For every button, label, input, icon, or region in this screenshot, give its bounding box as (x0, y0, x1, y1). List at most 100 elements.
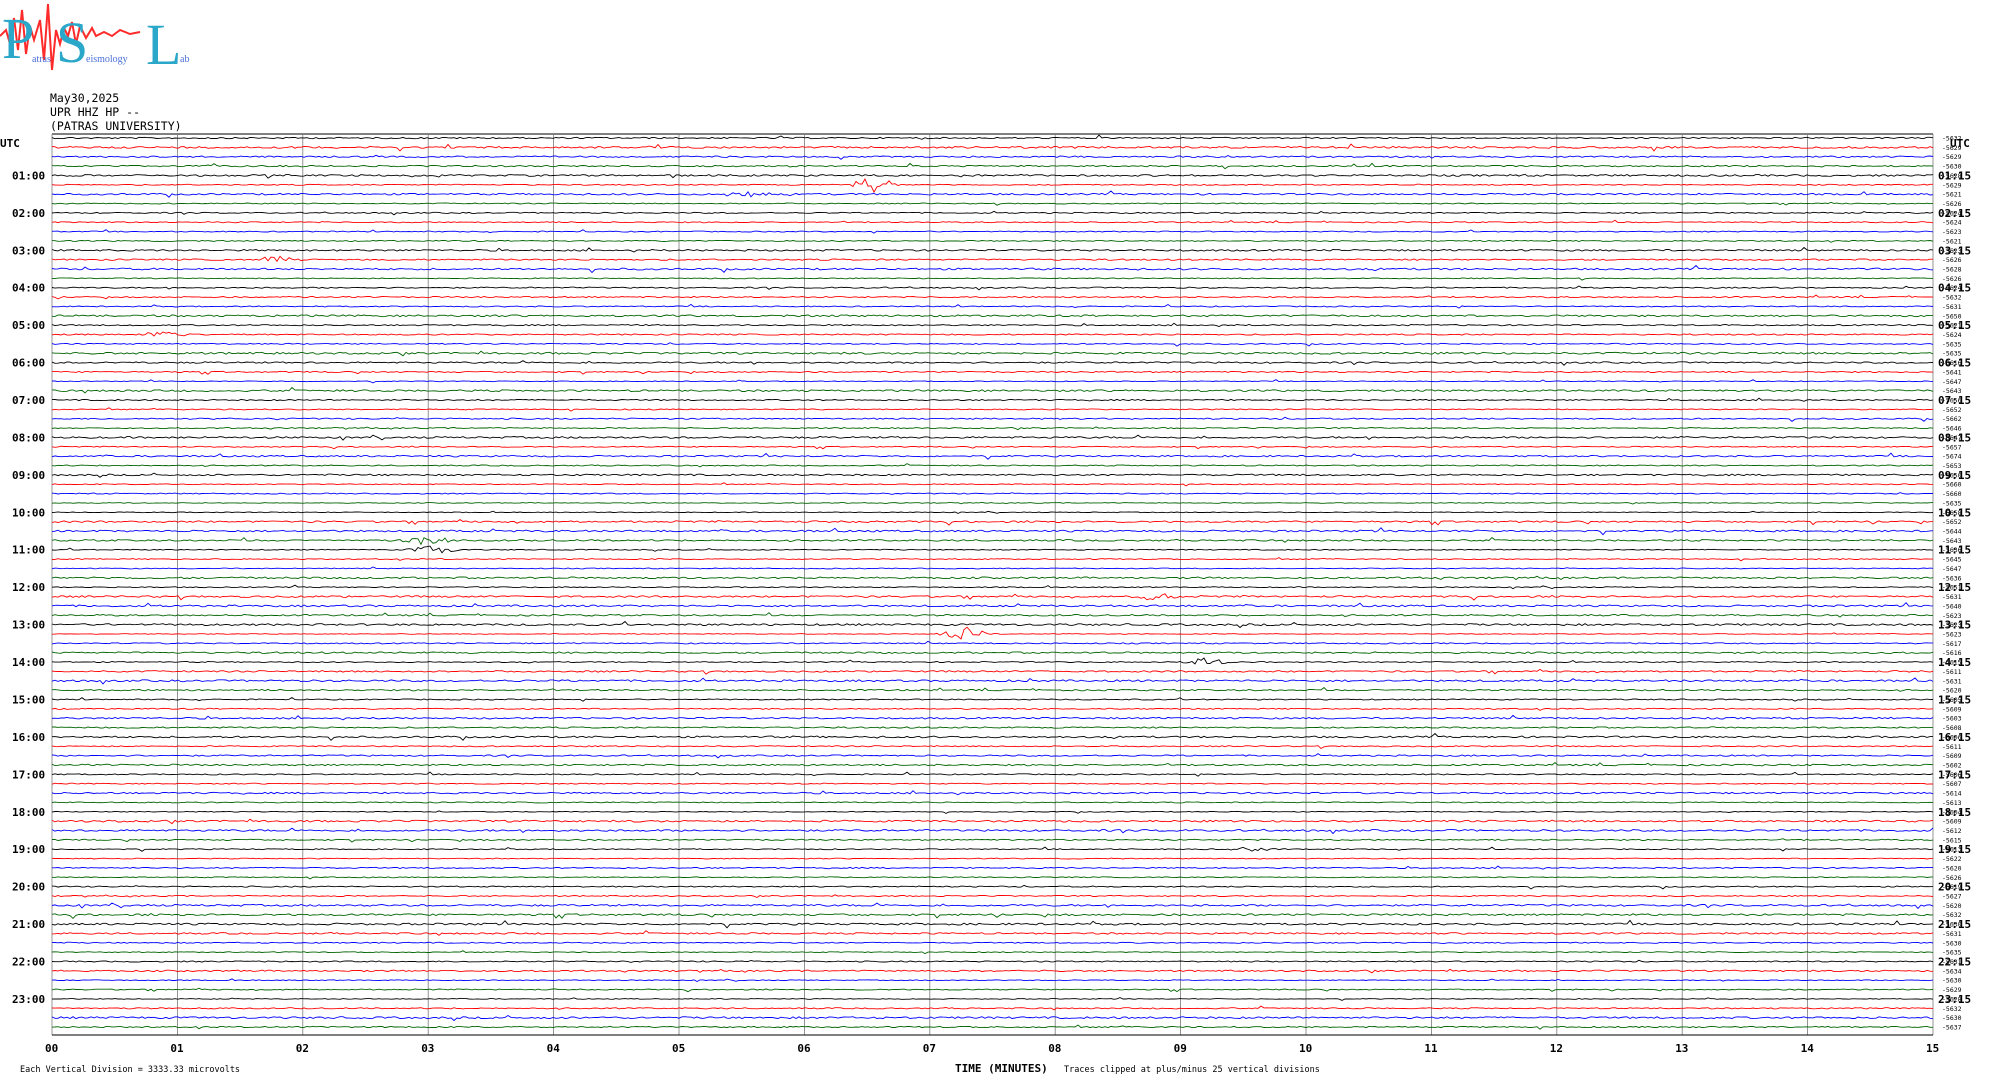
x-tick-label: 11 (1424, 1042, 1438, 1055)
right-hour-label: 02:15 (1938, 207, 1971, 220)
right-hour-label: 10:15 (1938, 506, 1971, 519)
x-tick-label: 09 (1174, 1042, 1187, 1055)
seismic-trace (51, 902, 1934, 910)
x-tick-label: 12 (1550, 1042, 1563, 1055)
trace-offset-label: -5630 (1942, 1014, 1962, 1022)
seismic-trace (51, 154, 1934, 160)
seismic-trace (51, 472, 1934, 478)
trace-offset-label: -5631 (1942, 593, 1962, 601)
seismic-trace (51, 894, 1934, 899)
seismic-trace (51, 229, 1934, 234)
left-hour-label: 06:00 (12, 357, 45, 370)
seismic-trace (51, 818, 1934, 825)
seismic-trace (51, 360, 1934, 366)
seismic-trace (51, 941, 1934, 945)
trace-offset-label: -5641 (1942, 368, 1962, 376)
left-hour-label: 20:00 (12, 881, 45, 894)
seismic-trace (51, 838, 1934, 843)
seismic-trace (51, 285, 1934, 291)
seismic-trace (51, 968, 1934, 974)
left-hour-label: 05:00 (12, 319, 45, 332)
seismic-trace (51, 651, 1934, 654)
seismic-trace (51, 657, 1934, 665)
seismic-trace (51, 978, 1934, 983)
left-hour-label: 07:00 (12, 394, 45, 407)
right-utc-label: UTC (1950, 137, 1970, 150)
trace-offset-label: -5647 (1942, 378, 1962, 386)
seismic-trace (52, 379, 1934, 384)
left-hour-label: 11:00 (12, 544, 45, 557)
trace-offset-label: -5631 (1942, 677, 1962, 685)
seismic-trace (51, 264, 1934, 274)
right-hour-label: 04:15 (1938, 282, 1971, 295)
seismic-trace (51, 1024, 1933, 1030)
seismic-trace (51, 255, 1933, 263)
trace-offset-label: -5629 (1942, 181, 1962, 189)
trace-offset-label: -5609 (1942, 752, 1962, 760)
x-tick-label: 14 (1801, 1042, 1815, 1055)
left-hour-label: 13:00 (12, 619, 45, 632)
helicorder-plot: 00 01 02 03 04 05 06 07 08 09 10 11 12 13 14 15-5632-56… (0, 133, 1971, 1075)
x-tick-label: 01 (170, 1042, 184, 1055)
seismic-trace (51, 801, 1934, 804)
left-hour-label: 22:00 (12, 955, 45, 968)
seismic-trace (51, 386, 1934, 394)
seismic-trace (51, 201, 1934, 206)
trace-offset-label: -5624 (1942, 219, 1962, 227)
seismic-trace (51, 322, 1934, 327)
seismic-trace (51, 331, 1934, 337)
seismic-trace (51, 416, 1934, 422)
seismic-trace (51, 178, 1933, 194)
seismic-trace (51, 950, 1934, 955)
seismic-trace (51, 407, 1934, 412)
trace-offset-label: -5631 (1942, 930, 1962, 938)
seismic-trace (51, 510, 1934, 514)
trace-offset-label: -5640 (1942, 602, 1962, 610)
trace-offset-label: -5652 (1942, 406, 1962, 414)
seismic-trace (51, 294, 1934, 300)
trace-offset-label: -5637 (1942, 1024, 1962, 1032)
right-hour-label: 06:15 (1938, 357, 1971, 370)
seismic-trace (51, 575, 1934, 581)
trace-offset-label: -5626 (1942, 256, 1962, 264)
trace-offset-label: -5635 (1942, 340, 1962, 348)
right-hour-label: 12:15 (1938, 581, 1971, 594)
right-hour-label: 05:15 (1938, 319, 1971, 332)
trace-offset-label: -5620 (1942, 864, 1962, 872)
seismic-trace (51, 959, 1934, 963)
seismic-trace (51, 677, 1934, 685)
trace-offset-label: -5630 (1942, 939, 1962, 947)
seismic-trace (51, 482, 1934, 487)
seismic-trace (51, 620, 1934, 629)
trace-offset-label: -5614 (1942, 790, 1962, 798)
right-hour-label: 17:15 (1938, 768, 1971, 781)
left-hour-label: 02:00 (12, 207, 45, 220)
right-hour-label: 19:15 (1938, 843, 1971, 856)
x-tick-label: 00 (45, 1042, 58, 1055)
footer-vertical-division: Each Vertical Division = 3333.33 microvo… (20, 1065, 240, 1075)
trace-offset-label: -5629 (1942, 153, 1962, 161)
seismic-trace (51, 134, 1934, 140)
right-hour-label: 18:15 (1938, 806, 1971, 819)
right-hour-label: 11:15 (1938, 544, 1971, 557)
seismic-trace (51, 997, 1934, 1001)
axis-labels: 00 01 02 03 04 05 06 07 08 09 10 11 12 13 14 15-5632-56… (12, 135, 1971, 1056)
trace-offset-label: -5630 (1942, 977, 1962, 985)
trace-offset-label: -5603 (1942, 715, 1962, 723)
x-tick-label: 10 (1299, 1042, 1312, 1055)
seismic-trace (51, 219, 1934, 224)
x-tick-label: 15 (1926, 1042, 1939, 1055)
trace-offset-label: -5621 (1942, 191, 1962, 199)
left-hour-label: 12:00 (12, 581, 45, 594)
left-hour-label: 18:00 (12, 806, 45, 819)
seismic-trace (51, 1005, 1934, 1011)
seismic-trace (51, 452, 1934, 460)
seismic-trace (51, 143, 1934, 152)
seismic-trace (52, 865, 1934, 870)
left-hour-label: 21:00 (12, 918, 45, 931)
right-hour-label: 07:15 (1938, 394, 1971, 407)
seismic-trace (51, 602, 1934, 608)
seismic-trace (51, 1014, 1934, 1022)
seismic-trace (52, 726, 1934, 729)
seismic-trace (51, 687, 1934, 692)
